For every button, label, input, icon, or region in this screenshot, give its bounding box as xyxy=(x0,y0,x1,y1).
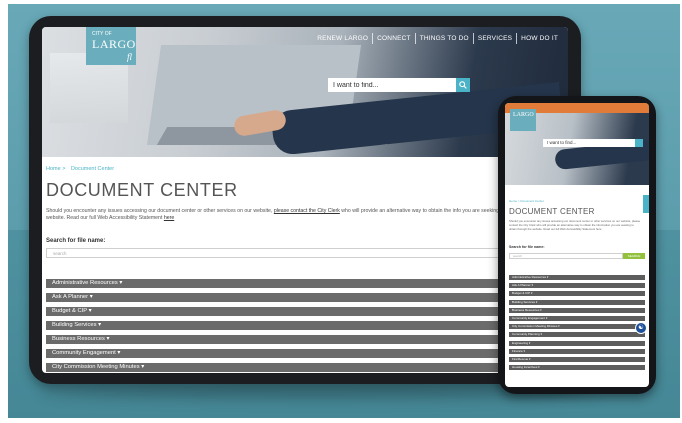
tablet-screen: CITY OF LARGO fl RENEW LARGO CONNECT THI… xyxy=(42,27,568,373)
breadcrumb-home[interactable]: Home > xyxy=(46,166,65,172)
phone-category-item[interactable]: Engineering ▾ xyxy=(509,340,645,346)
search-file-label: Search for file name: xyxy=(46,238,106,244)
breadcrumb: Home > Document Center xyxy=(46,166,118,172)
search-icon xyxy=(459,81,467,89)
phone-page-title: DOCUMENT CENTER xyxy=(509,207,595,216)
breadcrumb-current[interactable]: Document Center xyxy=(71,166,114,172)
file-name-input[interactable]: search xyxy=(46,248,516,258)
phone-side-tab[interactable] xyxy=(643,195,649,213)
phone-category-item[interactable]: Administrative Resources ▾ xyxy=(509,275,645,280)
phone-device: LARGO I want to find... Home > Document … xyxy=(498,96,656,394)
phone-search-submit-button[interactable]: SEARCH xyxy=(623,253,645,259)
contact-city-clerk-link[interactable]: please contact the City Clerk xyxy=(274,208,340,214)
nav-how-do-it[interactable]: HOW DO IT xyxy=(517,33,562,44)
category-ask-a-planner[interactable]: Ask A Planner ▾ xyxy=(46,293,526,302)
phone-breadcrumb[interactable]: Home > Document Center xyxy=(509,199,544,203)
category-list: Administrative Resources ▾ Ask A Planner… xyxy=(46,279,526,373)
phone-intro-text: Should you encounter any issues accessin… xyxy=(509,219,641,231)
phone-search-file-label: Search for file name: xyxy=(509,245,545,249)
phone-screen: LARGO I want to find... Home > Document … xyxy=(505,103,649,387)
category-city-commission-minutes[interactable]: City Commission Meeting Minutes ▾ xyxy=(46,363,526,372)
category-building-services[interactable]: Building Services ▾ xyxy=(46,321,526,330)
top-navigation: RENEW LARGO CONNECT THINGS TO DO SERVICE… xyxy=(313,33,562,44)
phone-category-list: Administrative Resources ▾ Ask A Planner… xyxy=(509,275,645,373)
phone-search-button[interactable] xyxy=(635,139,643,147)
nav-things-to-do[interactable]: THINGS TO DO xyxy=(416,33,474,44)
nav-connect[interactable]: CONNECT xyxy=(373,33,416,44)
category-administrative-resources[interactable]: Administrative Resources ▾ xyxy=(46,279,526,288)
phone-category-item[interactable]: Community Engagement ▾ xyxy=(509,315,645,321)
phone-site-search[interactable]: I want to find... xyxy=(543,139,643,147)
city-logo[interactable]: CITY OF LARGO fl xyxy=(86,27,136,65)
accessibility-statement-link[interactable]: here xyxy=(164,215,174,221)
category-business-resources[interactable]: Business Resources ▾ xyxy=(46,335,526,344)
phone-logo-name: LARGO xyxy=(513,112,534,118)
site-search-input[interactable] xyxy=(328,79,457,91)
logo-suffix-text: fl xyxy=(126,52,132,62)
phone-category-item[interactable]: Budget & CIP ▾ xyxy=(509,291,645,297)
phone-category-item[interactable]: Finance ▾ xyxy=(509,348,645,354)
nav-services[interactable]: SERVICES xyxy=(474,33,518,44)
phone-category-item[interactable]: Fire/Rescue ▾ xyxy=(509,356,645,362)
site-search xyxy=(328,78,470,92)
phone-category-item[interactable]: City Commission Meeting Minutes ▾ xyxy=(509,324,645,330)
phone-search-placeholder: I want to find... xyxy=(547,140,577,145)
phone-category-item[interactable]: Business Resources ▾ xyxy=(509,307,645,313)
category-budget-cip[interactable]: Budget & CIP ▾ xyxy=(46,307,526,316)
nav-renew-largo[interactable]: RENEW LARGO xyxy=(313,33,374,44)
site-search-button[interactable] xyxy=(456,78,470,92)
intro-text: Should you encounter any issues accessin… xyxy=(46,208,562,222)
phone-category-item[interactable]: Housing Incentives ▾ xyxy=(509,365,645,371)
phone-file-name-input[interactable]: search xyxy=(509,253,623,259)
phone-category-item[interactable]: Building Services ▾ xyxy=(509,299,645,305)
intro-text-start: Should you encounter any issues accessin… xyxy=(46,208,274,214)
logo-name-text: LARGO xyxy=(92,37,136,51)
category-community-engagement[interactable]: Community Engagement ▾ xyxy=(46,349,526,358)
page-title: DOCUMENT CENTER xyxy=(46,180,238,200)
phone-city-logo[interactable]: LARGO xyxy=(510,109,536,131)
phone-category-item[interactable]: Community Planning ▾ xyxy=(509,332,645,338)
accessibility-icon[interactable]: ☯ xyxy=(635,322,647,334)
phone-category-item[interactable]: Ask A Planner ▾ xyxy=(509,283,645,289)
